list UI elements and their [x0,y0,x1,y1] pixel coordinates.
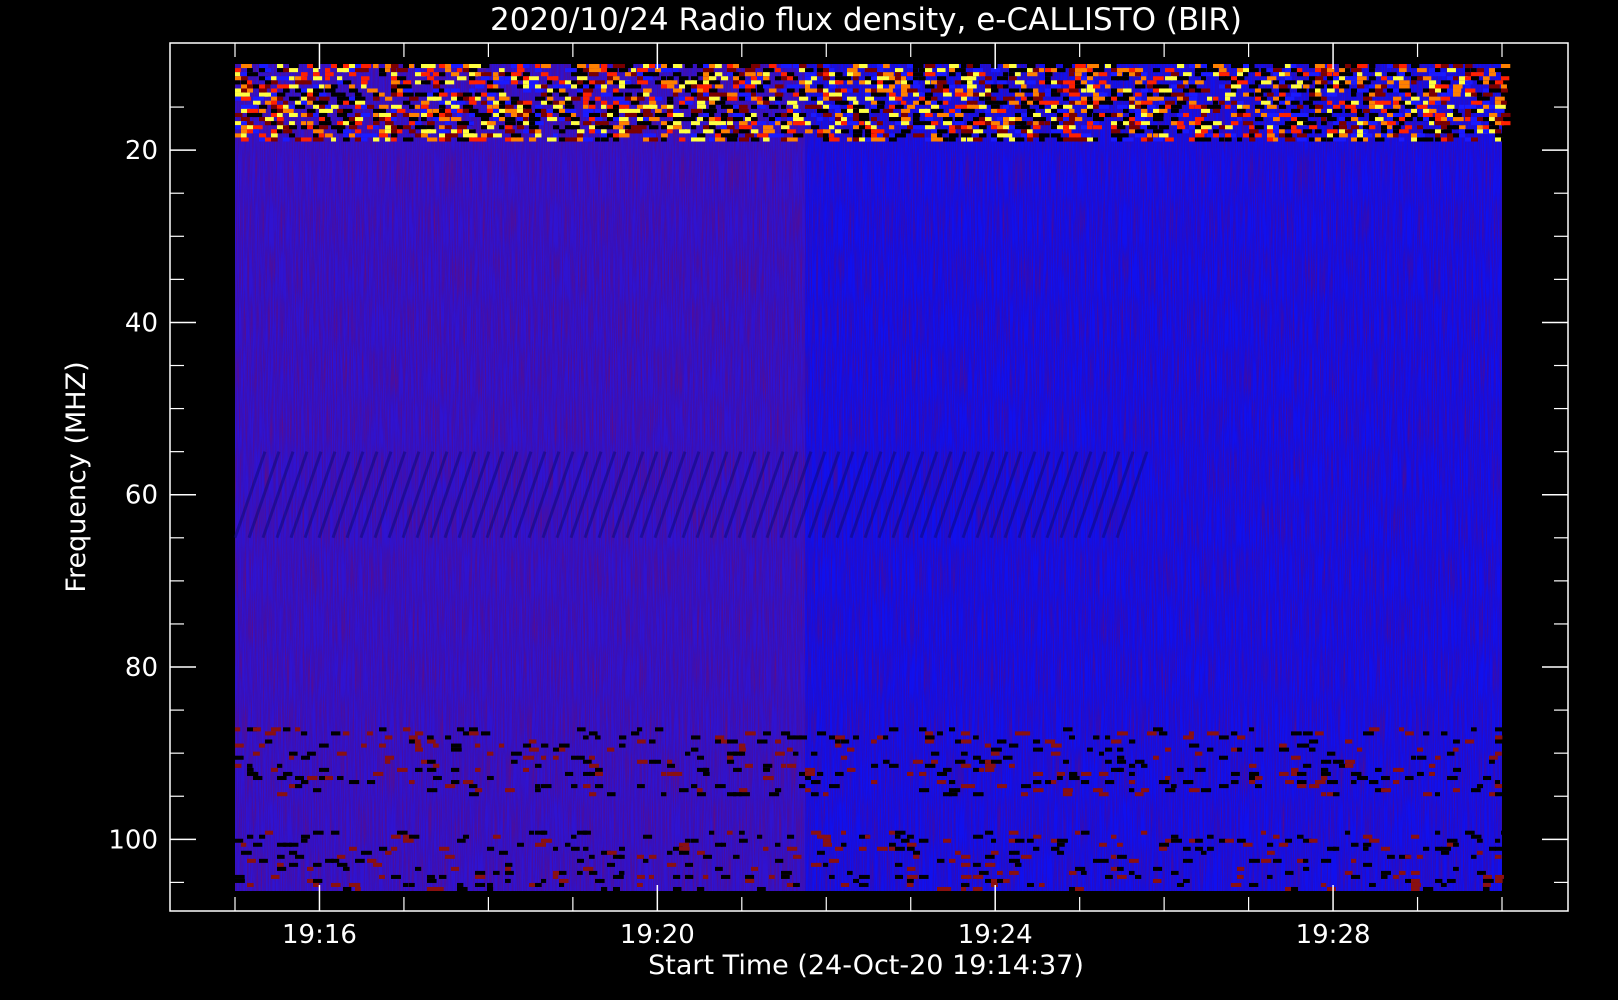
y-tick-label: 40 [125,308,158,338]
x-tick-label: 19:28 [1296,920,1371,950]
spectrogram-chart: 2020/10/24 Radio flux density, e-CALLIST… [0,0,1618,1000]
chart-title: 2020/10/24 Radio flux density, e-CALLIST… [490,2,1242,38]
y-tick-label: 80 [125,653,158,683]
x-axis-label: Start Time (24-Oct-20 19:14:37) [648,950,1084,981]
x-tick-label: 19:24 [958,920,1033,950]
spectrogram-heatmap [233,64,1512,891]
y-tick-label: 60 [125,481,158,511]
y-tick-label: 20 [125,136,158,166]
x-tick-label: 19:20 [620,920,695,950]
y-tick-label: 100 [108,825,158,855]
y-axis-label: Frequency (MHZ) [61,361,92,592]
x-tick-label: 19:16 [282,920,357,950]
